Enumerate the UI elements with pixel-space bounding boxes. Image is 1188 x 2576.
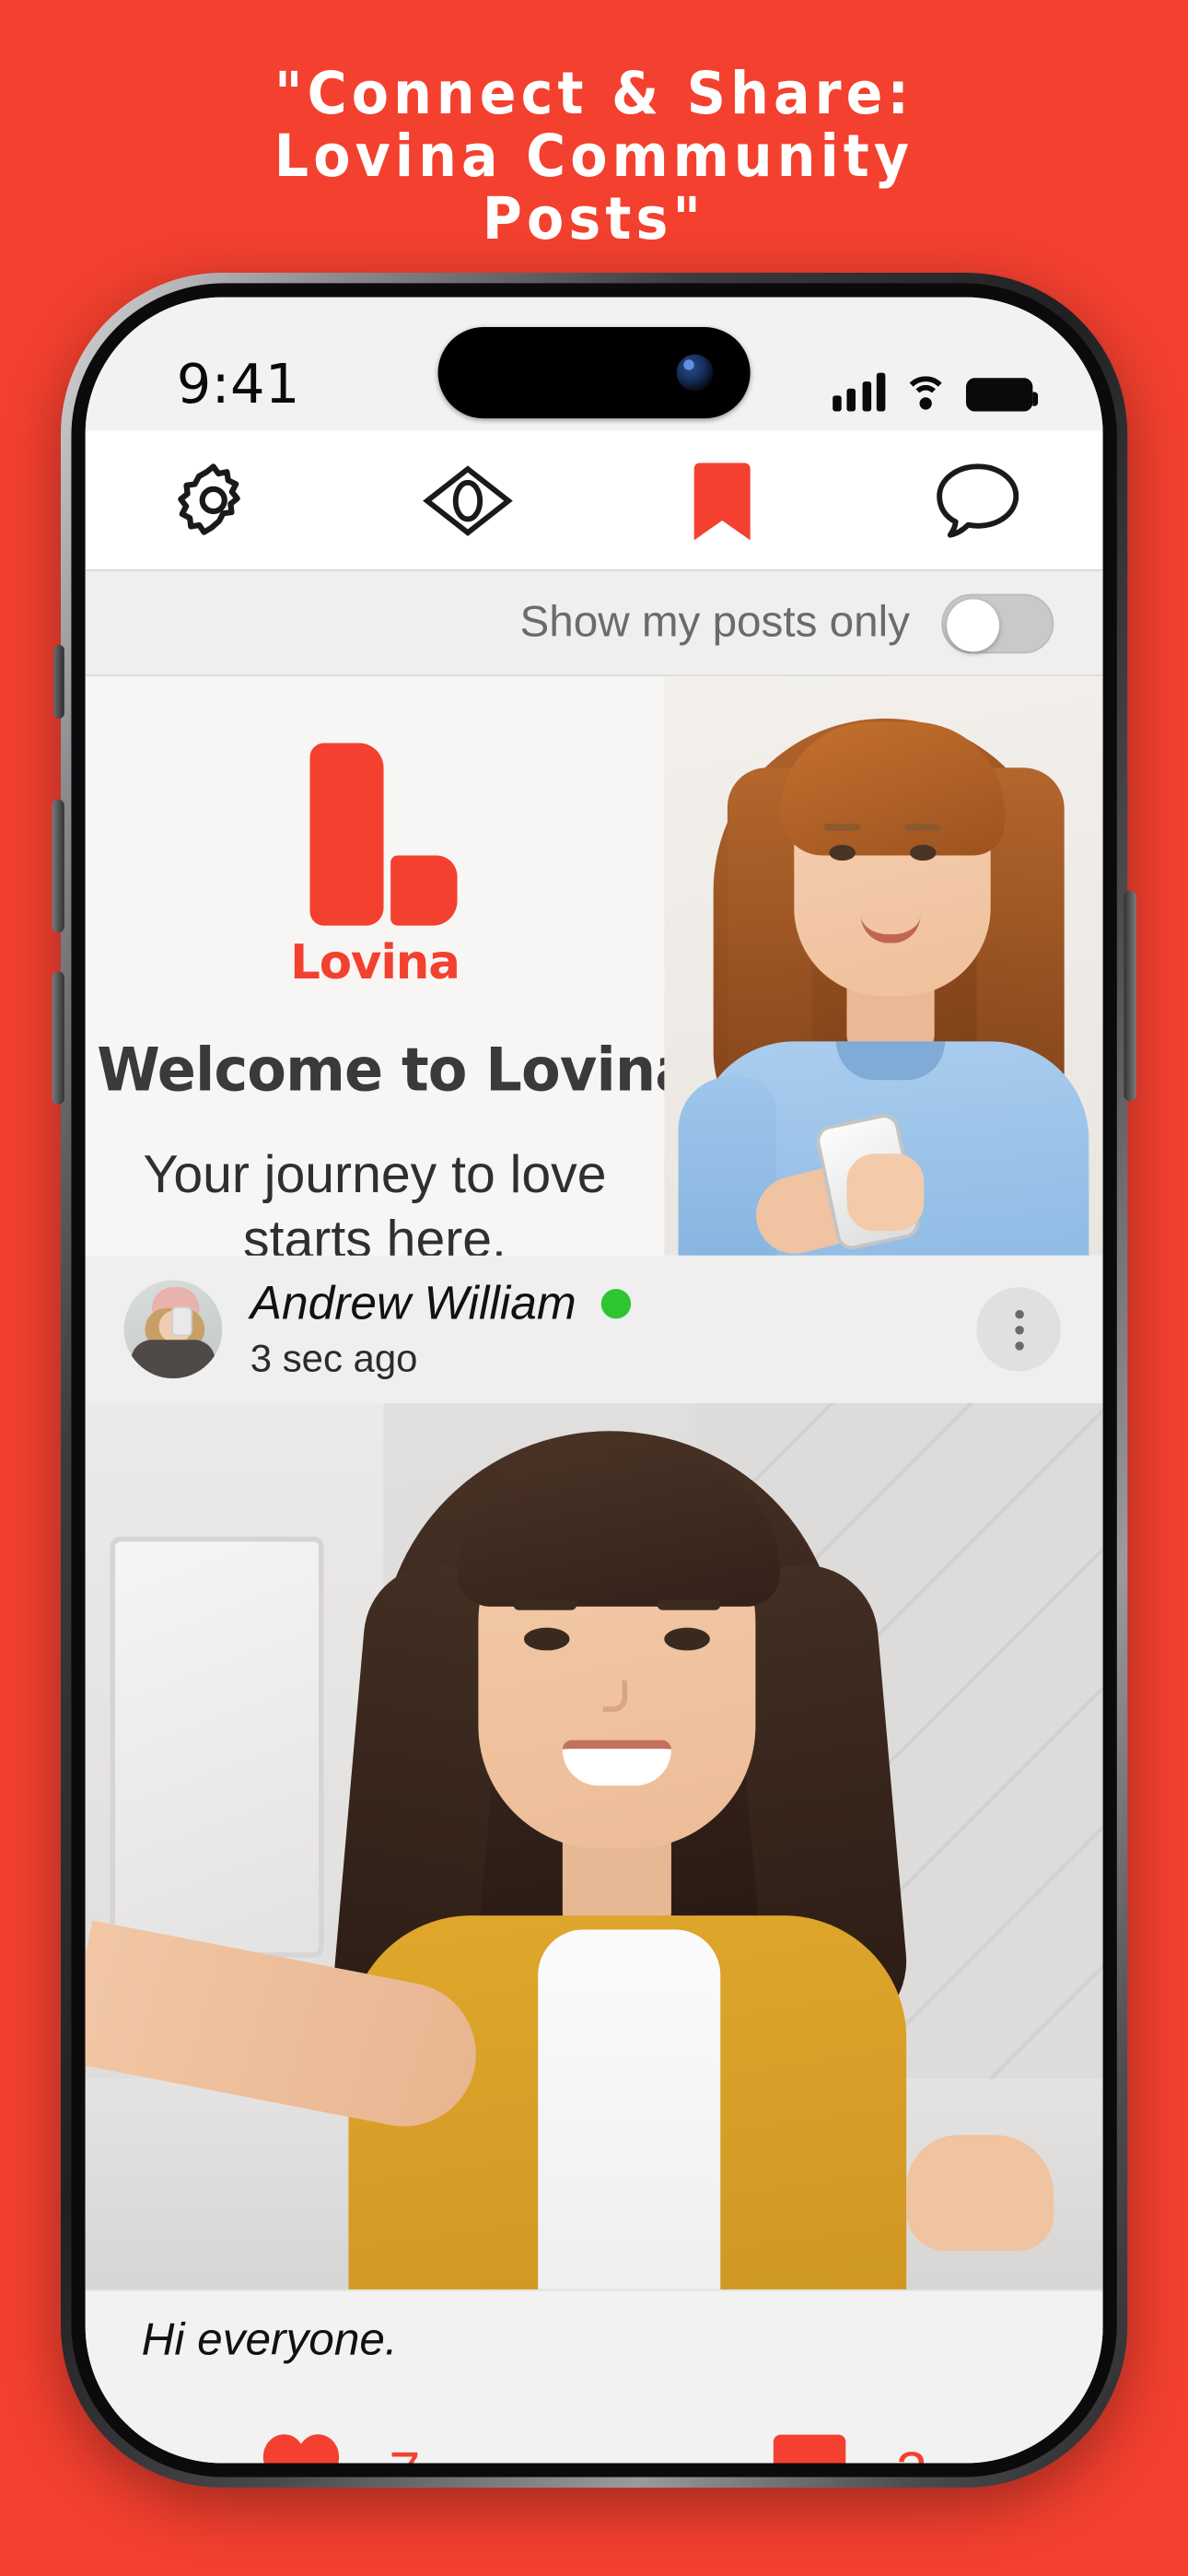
hero-headline: "Connect & Share: Lovina Community Posts… [0,60,1188,253]
dynamic-island [437,327,751,419]
phone-screen: 9:41 Show my posts only Lovina Welcome t… [85,297,1103,2464]
online-status-dot [600,1288,631,1319]
banner-content: Lovina Welcome to Lovina! Your journey t… [86,676,719,1256]
battery-full-icon [965,378,1039,412]
heart-icon [259,2429,343,2464]
hero-line-1: "Connect & Share: [274,60,914,127]
banner-photo [664,676,1103,1256]
comment-icon [770,2429,851,2464]
post-caption: Hi everyone. [141,2312,398,2365]
gear-icon [172,460,253,541]
post-image[interactable] [85,1402,1103,2289]
lovina-l-logo [299,743,458,930]
post-author-row: Andrew William 3 sec ago [85,1255,1103,1403]
comment-count: 3 [896,2440,927,2464]
lovina-wordmark: Lovina [290,936,460,991]
like-count: 7 [389,2440,420,2464]
filter-label: Show my posts only [519,597,911,647]
author-name: Andrew William [250,1276,577,1329]
post-actions: 7 3 [85,2387,1103,2464]
show-my-posts-toggle[interactable] [941,592,1054,653]
author-meta: Andrew William 3 sec ago [250,1277,949,1382]
wifi-icon [903,376,949,411]
tab-views[interactable] [340,460,594,541]
silent-switch[interactable] [53,644,64,719]
tab-saved[interactable] [594,458,848,542]
hero-line-3: Posts" [482,185,706,253]
cellular-bars-icon [832,372,886,412]
post-timestamp: 3 sec ago [250,1336,418,1381]
banner-heading: Welcome to Lovina! [97,1036,718,1107]
toggle-knob [947,598,1000,651]
eye-icon [420,460,515,541]
status-bar: 9:41 [85,297,1103,431]
tab-bar [85,430,1103,571]
status-time: 9:41 [176,353,300,417]
power-button[interactable] [1124,890,1136,1102]
front-camera-icon [676,354,714,392]
volume-up-button[interactable] [52,799,64,933]
chat-bubble-icon [932,460,1019,541]
banner-subtext: Your journey to love starts here. [143,1146,607,1256]
avatar[interactable] [123,1280,223,1379]
tab-settings[interactable] [86,460,340,541]
hero-line-2: Lovina Community [274,123,914,191]
bookmark-icon [688,458,754,542]
volume-down-button[interactable] [52,971,64,1105]
post-caption-row: Hi everyone. [85,2289,1103,2388]
filter-row: Show my posts only [85,570,1103,677]
more-options-icon[interactable] [976,1287,1061,1372]
phone-mockup: 9:41 Show my posts only Lovina Welcome t… [52,273,1136,2576]
tab-messages[interactable] [848,460,1102,541]
welcome-banner[interactable]: Lovina Welcome to Lovina! Your journey t… [85,676,1103,1256]
